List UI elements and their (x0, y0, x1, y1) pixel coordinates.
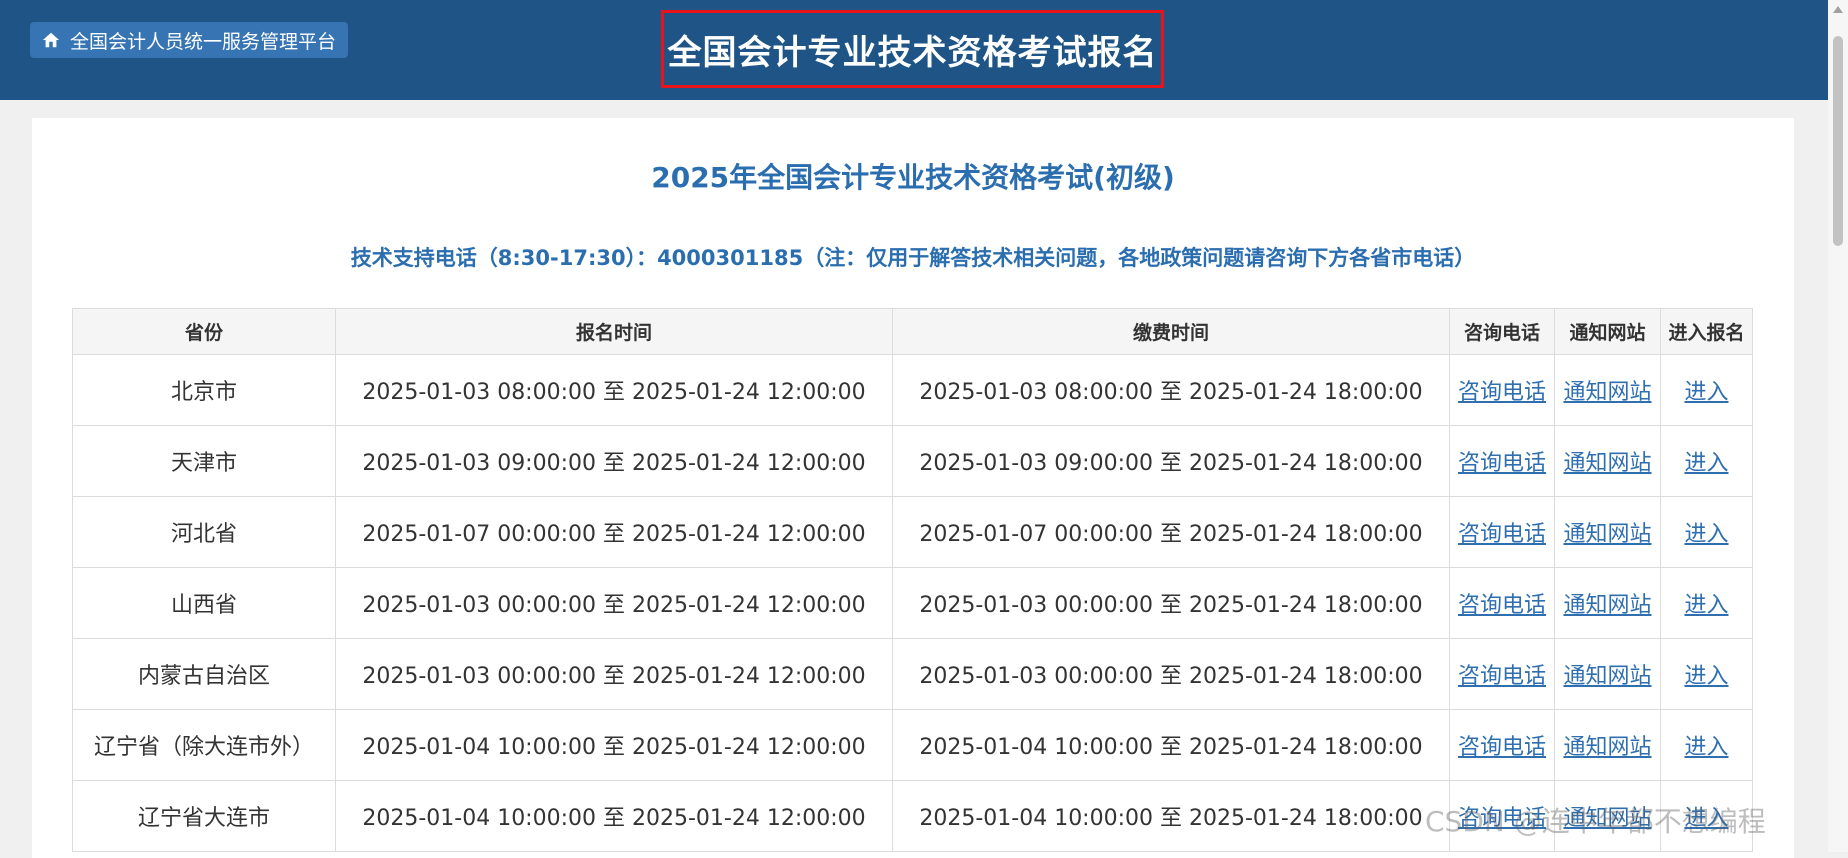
notice-site-cell: 通知网站 (1554, 496, 1661, 568)
consult-phone-cell: 咨询电话 (1449, 709, 1555, 781)
cell-reg-time: 2025-01-03 09:00:00 至 2025-01-24 12:00:0… (335, 425, 893, 497)
col-header-province: 省份 (72, 308, 336, 355)
cell-reg-time: 2025-01-07 00:00:00 至 2025-01-24 12:00:0… (335, 496, 893, 568)
cell-pay-time: 2025-01-04 10:00:00 至 2025-01-24 18:00:0… (892, 709, 1450, 781)
notice-site-cell: 通知网站 (1554, 567, 1661, 639)
consult-phone-link[interactable]: 咨询电话 (1458, 735, 1546, 760)
table-row: 天津市 2025-01-03 09:00:00 至 2025-01-24 12:0… (72, 425, 1753, 497)
scrollbar-thumb[interactable] (1833, 36, 1843, 246)
cell-pay-time: 2025-01-04 10:00:00 至 2025-01-24 18:00:0… (892, 780, 1450, 852)
consult-phone-cell: 咨询电话 (1449, 496, 1555, 568)
consult-phone-cell: 咨询电话 (1449, 354, 1555, 426)
cell-province: 天津市 (72, 425, 336, 497)
col-header-reg-time: 报名时间 (335, 308, 893, 355)
table-row: 北京市 2025-01-03 08:00:00 至 2025-01-24 12:0… (72, 354, 1753, 426)
consult-phone-cell: 咨询电话 (1449, 638, 1555, 710)
cell-pay-time: 2025-01-07 00:00:00 至 2025-01-24 18:00:0… (892, 496, 1450, 568)
cell-pay-time: 2025-01-03 09:00:00 至 2025-01-24 18:00:0… (892, 425, 1450, 497)
enter-registration-link[interactable]: 进入 (1684, 593, 1728, 618)
support-phone-note: 技术支持电话（8:30-17:30）：4000301185（注：仅用于解答技术相… (350, 246, 1476, 270)
scroll-up-icon[interactable] (1833, 6, 1843, 13)
notice-site-cell: 通知网站 (1554, 709, 1661, 781)
cell-reg-time: 2025-01-04 10:00:00 至 2025-01-24 12:00:0… (335, 780, 893, 852)
cell-province: 辽宁省大连市 (72, 780, 336, 852)
enter-registration-cell: 进入 (1660, 425, 1753, 497)
enter-registration-link[interactable]: 进入 (1684, 522, 1728, 547)
consult-phone-link[interactable]: 咨询电话 (1458, 664, 1546, 689)
consult-phone-link[interactable]: 咨询电话 (1458, 380, 1546, 405)
notice-site-link[interactable]: 通知网站 (1563, 380, 1651, 405)
table-header-row: 省份 报名时间 缴费时间 咨询电话 通知网站 进入报名 (72, 308, 1753, 355)
watermark: CSDN @连中年都不想编程 (1425, 805, 1766, 838)
consult-phone-cell: 咨询电话 (1449, 567, 1555, 639)
enter-registration-cell: 进入 (1660, 354, 1753, 426)
enter-registration-link[interactable]: 进入 (1684, 380, 1728, 405)
notice-site-link[interactable]: 通知网站 (1563, 522, 1651, 547)
cell-pay-time: 2025-01-03 00:00:00 至 2025-01-24 18:00:0… (892, 638, 1450, 710)
col-header-enter: 进入报名 (1660, 308, 1753, 355)
table-row: 山西省 2025-01-03 00:00:00 至 2025-01-24 12:0… (72, 567, 1753, 639)
vertical-scrollbar[interactable] (1828, 0, 1848, 852)
enter-registration-cell: 进入 (1660, 567, 1753, 639)
cell-reg-time: 2025-01-04 10:00:00 至 2025-01-24 12:00:0… (335, 709, 893, 781)
notice-site-link[interactable]: 通知网站 (1563, 735, 1651, 760)
consult-phone-cell: 咨询电话 (1449, 425, 1555, 497)
notice-site-link[interactable]: 通知网站 (1563, 664, 1651, 689)
enter-registration-cell: 进入 (1660, 496, 1753, 568)
enter-registration-cell: 进入 (1660, 709, 1753, 781)
enter-registration-link[interactable]: 进入 (1684, 664, 1728, 689)
home-button[interactable]: 全国会计人员统一服务管理平台 (30, 22, 349, 58)
page-title: 全国会计专业技术资格考试报名 (667, 32, 1158, 73)
table-row: 内蒙古自治区 2025-01-03 00:00:00 至 2025-01-24 1… (72, 638, 1753, 710)
home-icon (42, 32, 60, 48)
enter-registration-link[interactable]: 进入 (1684, 735, 1728, 760)
notice-site-cell: 通知网站 (1554, 638, 1661, 710)
consult-phone-link[interactable]: 咨询电话 (1458, 593, 1546, 618)
cell-province: 北京市 (72, 354, 336, 426)
cell-province: 辽宁省（除大连市外） (72, 709, 336, 781)
exam-subtitle: 2025年全国会计专业技术资格考试(初级) (651, 161, 1175, 194)
enter-registration-link[interactable]: 进入 (1684, 451, 1728, 476)
table-row: 辽宁省（除大连市外） 2025-01-04 10:00:00 至 2025-01-… (72, 709, 1753, 781)
cell-province: 内蒙古自治区 (72, 638, 336, 710)
page-title-highlight: 全国会计专业技术资格考试报名 (661, 10, 1164, 88)
notice-site-link[interactable]: 通知网站 (1563, 451, 1651, 476)
cell-pay-time: 2025-01-03 08:00:00 至 2025-01-24 18:00:0… (892, 354, 1450, 426)
registration-table: 省份 报名时间 缴费时间 咨询电话 通知网站 进入报名 北京市 2025-01-0… (72, 308, 1753, 852)
main-content: 2025年全国会计专业技术资格考试(初级) 技术支持电话（8:30-17:30）… (32, 118, 1794, 858)
enter-registration-cell: 进入 (1660, 638, 1753, 710)
cell-province: 山西省 (72, 567, 336, 639)
notice-site-link[interactable]: 通知网站 (1563, 593, 1651, 618)
page-header: 全国会计人员统一服务管理平台 全国会计专业技术资格考试报名 (0, 0, 1848, 100)
cell-province: 河北省 (72, 496, 336, 568)
col-header-site: 通知网站 (1554, 308, 1661, 355)
col-header-pay-time: 缴费时间 (892, 308, 1450, 355)
cell-reg-time: 2025-01-03 00:00:00 至 2025-01-24 12:00:0… (335, 638, 893, 710)
consult-phone-link[interactable]: 咨询电话 (1458, 522, 1546, 547)
notice-site-cell: 通知网站 (1554, 425, 1661, 497)
cell-reg-time: 2025-01-03 08:00:00 至 2025-01-24 12:00:0… (335, 354, 893, 426)
consult-phone-link[interactable]: 咨询电话 (1458, 451, 1546, 476)
table-row: 河北省 2025-01-07 00:00:00 至 2025-01-24 12:0… (72, 496, 1753, 568)
home-button-label: 全国会计人员统一服务管理平台 (70, 30, 337, 53)
cell-reg-time: 2025-01-03 00:00:00 至 2025-01-24 12:00:0… (335, 567, 893, 639)
col-header-phone: 咨询电话 (1449, 308, 1555, 355)
notice-site-cell: 通知网站 (1554, 354, 1661, 426)
cell-pay-time: 2025-01-03 00:00:00 至 2025-01-24 18:00:0… (892, 567, 1450, 639)
